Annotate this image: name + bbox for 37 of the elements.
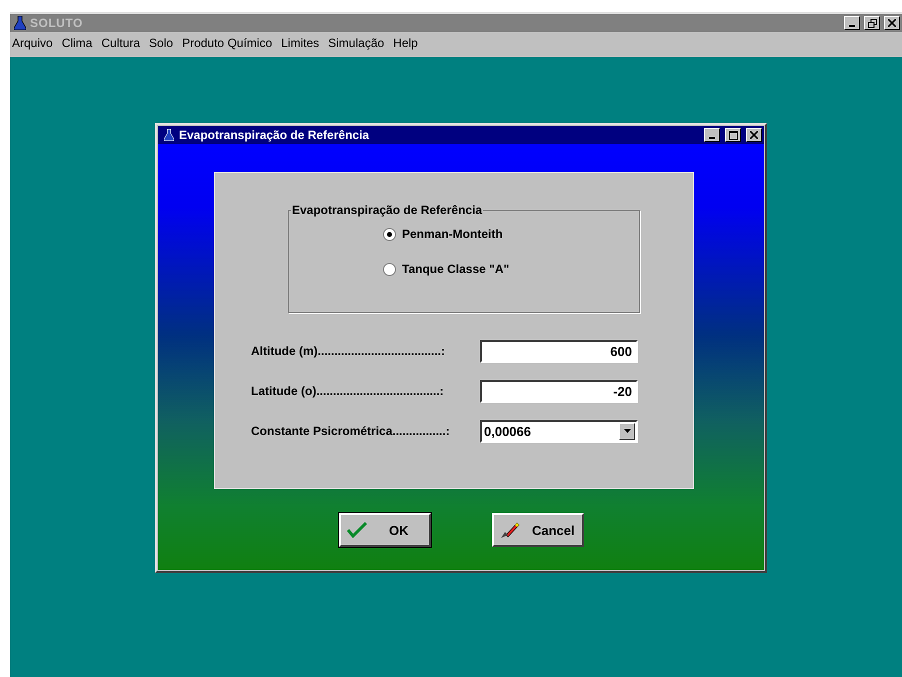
menu-item[interactable]: Arquivo [12,36,53,50]
checkmark-icon [347,522,367,538]
close-button[interactable] [884,16,900,30]
field-label: Latitude (o).....................................: [251,384,444,398]
restore-icon [868,18,876,28]
menu-item[interactable]: Solo [149,36,174,50]
maximize-button[interactable] [725,128,741,142]
input-field[interactable]: 600 [480,340,638,362]
flask-icon [14,16,26,30]
input-field[interactable]: -20 [480,380,638,402]
dialog-title: Evapotranspiração de Referência [179,128,370,142]
dropdown-field[interactable]: 0,00066 [480,420,638,442]
minimize-button[interactable] [844,16,860,30]
menu-item[interactable]: Limites [281,36,320,50]
close-icon [750,131,758,139]
radio-button[interactable] [383,262,396,276]
app-title: SOLUTO [30,16,83,30]
field-label: Altitude (m).....................................: [251,344,446,358]
radio-button[interactable] [383,228,396,240]
menu-item[interactable]: Cultura [101,36,140,50]
restore-button[interactable] [864,16,880,30]
menu-item[interactable]: Simulação [328,36,384,50]
flask-icon [164,129,174,141]
group-label: Evapotranspiração de Referência [291,203,484,217]
eraser-pencil-icon [500,521,520,539]
close-button[interactable] [746,128,762,142]
field-label: Constante Psicrométrica................: [251,424,450,438]
radio-label[interactable]: Tanque Classe "A" [402,262,510,276]
menu-item[interactable]: Produto Químico [182,36,272,50]
radio-label[interactable]: Penman-Monteith [402,227,503,241]
ok-button[interactable]: OK [339,513,431,547]
menu-item[interactable]: Help [393,36,418,50]
maximize-icon [728,130,738,140]
minimize-button[interactable] [704,128,720,142]
cancel-button[interactable]: Cancel [492,513,584,547]
close-icon [888,19,896,27]
menu-item[interactable]: Clima [62,36,92,50]
